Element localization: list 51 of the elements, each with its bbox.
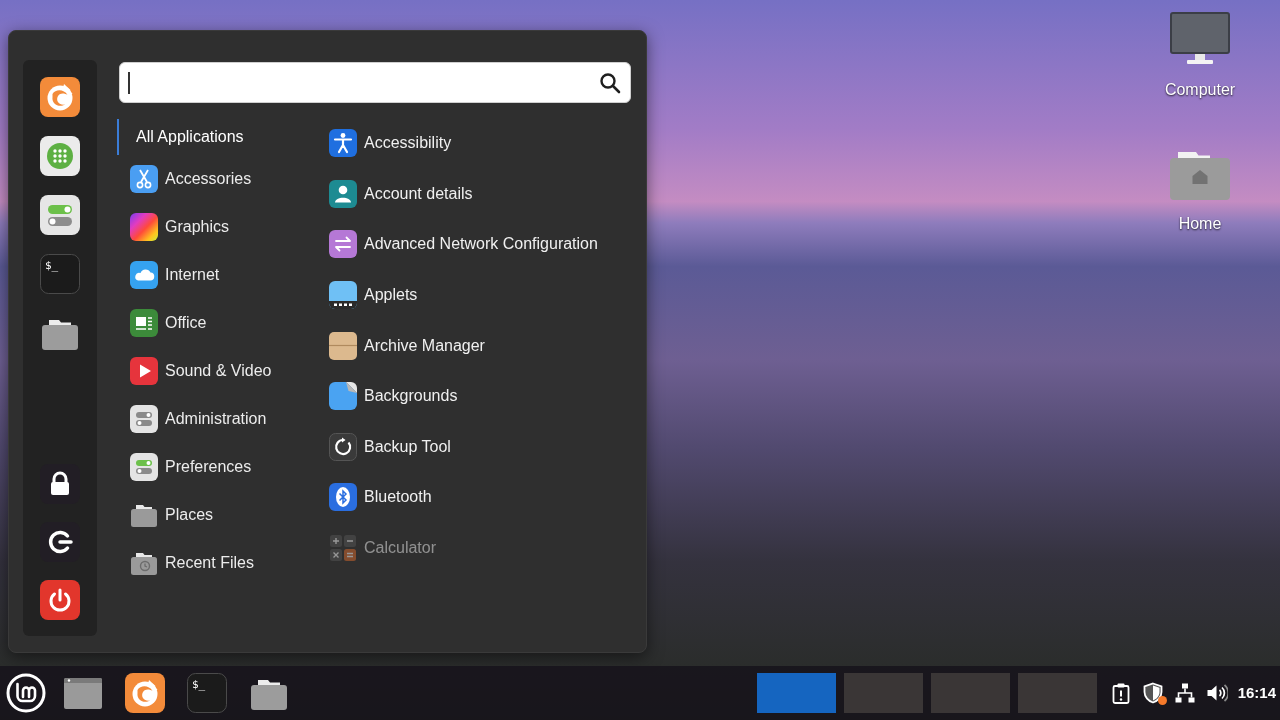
text-cursor-icon: [128, 71, 130, 94]
document-icon: [130, 309, 158, 337]
toggle-switches-icon: [130, 453, 158, 481]
toggle-switches-icon[interactable]: [40, 195, 80, 235]
desktop-shortcut[interactable]: Home: [1170, 146, 1230, 234]
app-item[interactable]: Backup Tool: [320, 421, 451, 473]
shield-icon[interactable]: [1141, 682, 1164, 704]
scissors-icon: [130, 165, 158, 193]
power-icon[interactable]: [40, 580, 80, 620]
category-item[interactable]: Office: [117, 299, 207, 347]
calculator-icon: [329, 534, 357, 563]
desktop-shortcut[interactable]: Computer: [1164, 12, 1236, 100]
terminal-icon[interactable]: $_: [187, 673, 227, 713]
category-item[interactable]: Preferences: [117, 443, 252, 491]
swirl-icon[interactable]: [40, 77, 80, 117]
color-spectrum-icon: [130, 213, 158, 241]
category-item[interactable]: Administration: [117, 395, 267, 443]
swirl-icon[interactable]: [125, 673, 165, 713]
play-icon: [130, 357, 158, 385]
toggle-switches-icon: [130, 405, 158, 433]
category-item[interactable]: All Applications: [117, 119, 244, 155]
app-item[interactable]: Backgrounds: [320, 370, 458, 422]
bluetooth-icon: [329, 483, 357, 512]
app-item[interactable]: Accessibility: [320, 118, 452, 169]
clock[interactable]: 16:14: [1237, 681, 1276, 705]
app-grid-icon[interactable]: [40, 136, 80, 176]
panel-icon: [329, 281, 357, 310]
category-item[interactable]: Internet: [117, 251, 220, 299]
app-item[interactable]: Bluetooth: [320, 472, 432, 523]
category-item[interactable]: Recent Files: [117, 539, 254, 587]
app-item[interactable]: Account details: [320, 168, 473, 220]
volume-icon[interactable]: [1205, 682, 1228, 704]
category-item[interactable]: Accessories: [117, 155, 252, 203]
search-field[interactable]: [119, 62, 631, 103]
menu-logo-icon[interactable]: [6, 673, 46, 713]
person-icon: [329, 129, 357, 158]
box-icon: [329, 331, 357, 360]
terminal-icon[interactable]: $_: [40, 254, 80, 294]
cloud-icon: [130, 261, 158, 289]
app-item[interactable]: Calculator: [320, 522, 437, 574]
app-item[interactable]: Advanced Network Configuration: [320, 219, 598, 270]
app-item[interactable]: Archive Manager: [320, 320, 485, 371]
arrows-icon: [329, 230, 357, 259]
user-icon: [329, 179, 357, 208]
app-item[interactable]: Applets: [320, 269, 418, 321]
page-curl-icon: [329, 382, 357, 411]
search-icon[interactable]: [599, 71, 621, 94]
category-item[interactable]: Sound & Video: [117, 347, 272, 395]
network-icon[interactable]: [1173, 682, 1196, 704]
category-item[interactable]: Graphics: [117, 203, 230, 251]
category-item[interactable]: Places: [117, 491, 214, 539]
